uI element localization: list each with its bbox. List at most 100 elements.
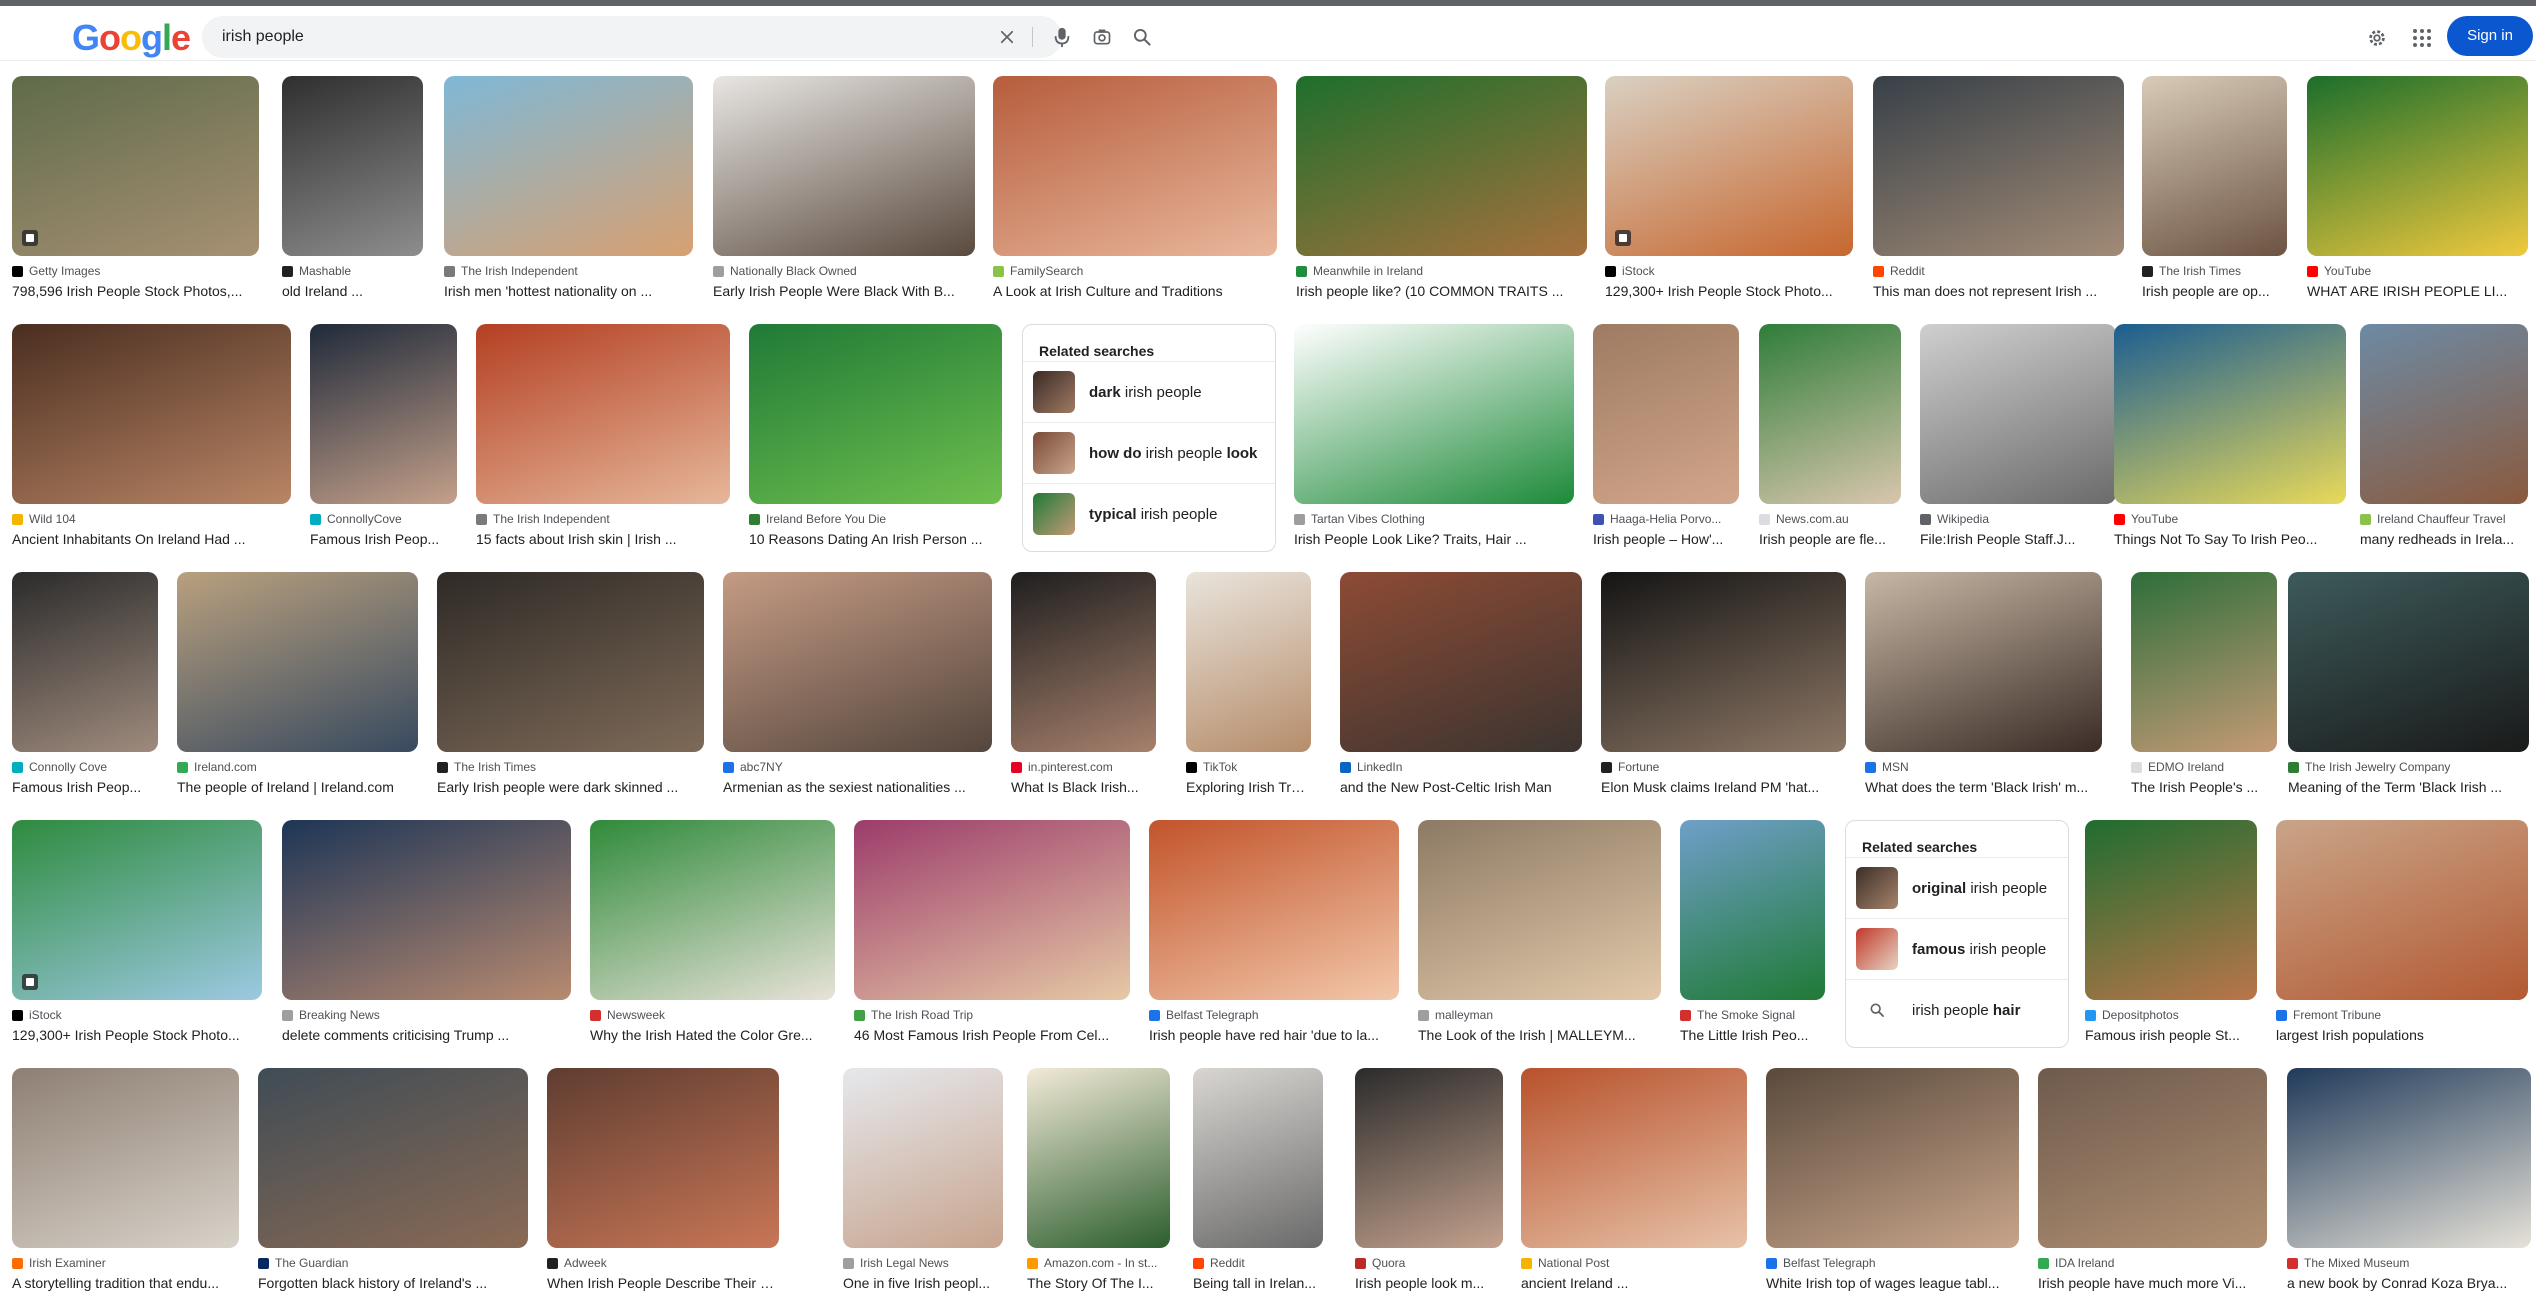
image-thumbnail[interactable] [12, 1068, 239, 1248]
image-result-card[interactable]: iStock 129,300+ Irish People Stock Photo.… [12, 820, 262, 1043]
image-result-card[interactable]: The Irish Independent 15 facts about Iris… [476, 324, 730, 547]
image-thumbnail[interactable] [1011, 572, 1156, 752]
image-title[interactable]: File:Irish People Staff.J... [1920, 531, 2116, 547]
image-thumbnail[interactable] [993, 76, 1277, 256]
image-result-card[interactable]: EDMO Ireland The Irish People's ... [2131, 572, 2277, 795]
image-thumbnail[interactable] [1418, 820, 1661, 1000]
image-result-card[interactable]: News.com.au Irish people are fle... [1759, 324, 1901, 547]
image-thumbnail[interactable] [1680, 820, 1825, 1000]
image-result-card[interactable]: Irish Legal News One in five Irish peopl.… [843, 1068, 1003, 1291]
image-thumbnail[interactable] [2038, 1068, 2267, 1248]
image-title[interactable]: Early Irish People Were Black With B... [713, 283, 975, 299]
related-search-item[interactable]: original irish people [1846, 857, 2068, 918]
image-thumbnail[interactable] [1149, 820, 1399, 1000]
image-result-card[interactable]: YouTube WHAT ARE IRISH PEOPLE LI... [2307, 76, 2528, 299]
image-result-card[interactable]: The Irish Independent Irish men 'hottest … [444, 76, 693, 299]
image-title[interactable]: A storytelling tradition that endu... [12, 1275, 239, 1291]
image-thumbnail[interactable] [2142, 76, 2287, 256]
image-title[interactable]: 129,300+ Irish People Stock Photo... [1605, 283, 1853, 299]
image-title[interactable]: old Ireland ... [282, 283, 423, 299]
image-result-card[interactable]: FamilySearch A Look at Irish Culture and … [993, 76, 1277, 299]
image-result-card[interactable]: Depositphotos Famous irish people St... [2085, 820, 2257, 1043]
image-thumbnail[interactable] [749, 324, 1002, 504]
image-title[interactable]: Forgotten black history of Ireland's ... [258, 1275, 528, 1291]
image-result-card[interactable]: National Post ancient Ireland ... [1521, 1068, 1747, 1291]
image-thumbnail[interactable] [1027, 1068, 1170, 1248]
related-search-item[interactable]: how do irish people look [1023, 422, 1275, 483]
image-title[interactable]: Elon Musk claims Ireland PM 'hat... [1601, 779, 1846, 795]
image-result-card[interactable]: Reddit This man does not represent Irish … [1873, 76, 2124, 299]
image-result-card[interactable]: Irish Examiner A storytelling tradition t… [12, 1068, 239, 1291]
image-title[interactable]: many redheads in Irela... [2360, 531, 2528, 547]
image-result-card[interactable]: Newsweek Why the Irish Hated the Color Gr… [590, 820, 835, 1043]
image-result-card[interactable]: Getty Images 798,596 Irish People Stock P… [12, 76, 259, 299]
image-thumbnail[interactable] [476, 324, 730, 504]
image-result-card[interactable]: YouTube Things Not To Say To Irish Peo... [2114, 324, 2346, 547]
image-result-card[interactable]: IDA Ireland Irish people have much more V… [2038, 1068, 2267, 1291]
search-icon[interactable] [1122, 16, 1162, 58]
search-input[interactable] [222, 16, 872, 58]
image-title[interactable]: Irish people have red hair 'due to la... [1149, 1027, 1399, 1043]
image-title[interactable]: largest Irish populations [2276, 1027, 2528, 1043]
related-search-item[interactable]: dark irish people [1023, 361, 1275, 422]
image-title[interactable]: Why the Irish Hated the Color Gre... [590, 1027, 835, 1043]
image-thumbnail[interactable] [282, 76, 423, 256]
image-title[interactable]: 46 Most Famous Irish People From Cel... [854, 1027, 1130, 1043]
image-result-card[interactable]: Quora Irish people look m... [1355, 1068, 1503, 1291]
image-result-card[interactable]: Tartan Vibes Clothing Irish People Look L… [1294, 324, 1574, 547]
image-thumbnail[interactable] [723, 572, 992, 752]
image-thumbnail[interactable] [713, 76, 975, 256]
image-thumbnail[interactable] [2287, 1068, 2531, 1248]
image-thumbnail[interactable] [12, 572, 158, 752]
image-title[interactable]: and the New Post-Celtic Irish Man [1340, 779, 1582, 795]
image-thumbnail[interactable] [547, 1068, 779, 1248]
image-thumbnail[interactable] [1593, 324, 1739, 504]
image-title[interactable]: Famous irish people St... [2085, 1027, 2257, 1043]
image-thumbnail[interactable] [310, 324, 457, 504]
image-title[interactable]: Irish people look m... [1355, 1275, 1503, 1291]
image-result-card[interactable]: Wikipedia File:Irish People Staff.J... [1920, 324, 2116, 547]
image-thumbnail[interactable] [1294, 324, 1574, 504]
image-title[interactable]: Early Irish people were dark skinned ... [437, 779, 704, 795]
image-title[interactable]: Meaning of the Term 'Black Irish ... [2288, 779, 2529, 795]
image-title[interactable]: The Irish People's ... [2131, 779, 2277, 795]
image-result-card[interactable]: Reddit Being tall in Irelan... [1193, 1068, 1323, 1291]
image-thumbnail[interactable] [12, 820, 262, 1000]
image-result-card[interactable]: Belfast Telegraph White Irish top of wage… [1766, 1068, 2019, 1291]
image-result-card[interactable]: ConnollyCove Famous Irish Peop... [310, 324, 457, 547]
image-title[interactable]: Irish people are op... [2142, 283, 2287, 299]
image-title[interactable]: delete comments criticising Trump ... [282, 1027, 571, 1043]
image-result-card[interactable]: The Mixed Museum a new book by Conrad Koz… [2287, 1068, 2531, 1291]
image-thumbnail[interactable] [1920, 324, 2116, 504]
image-result-card[interactable]: Ireland Before You Die 10 Reasons Dating … [749, 324, 1002, 547]
image-title[interactable]: a new book by Conrad Koza Brya... [2287, 1275, 2531, 1291]
gear-icon[interactable] [2357, 18, 2397, 58]
image-thumbnail[interactable] [2288, 572, 2529, 752]
image-thumbnail[interactable] [1865, 572, 2102, 752]
image-title[interactable]: The Little Irish Peo... [1680, 1027, 1825, 1043]
image-title[interactable]: Famous Irish Peop... [12, 779, 158, 795]
image-thumbnail[interactable] [1355, 1068, 1503, 1248]
image-title[interactable]: The people of Ireland | Ireland.com [177, 779, 418, 795]
related-search-item[interactable]: irish people hair [1846, 979, 2068, 1040]
image-thumbnail[interactable] [258, 1068, 528, 1248]
image-thumbnail[interactable] [843, 1068, 1003, 1248]
image-result-card[interactable]: Amazon.com - In st... The Story Of The I.… [1027, 1068, 1170, 1291]
image-title[interactable]: Ancient Inhabitants On Ireland Had ... [12, 531, 291, 547]
image-thumbnail[interactable] [1193, 1068, 1323, 1248]
related-search-item[interactable]: famous irish people [1846, 918, 2068, 979]
image-thumbnail[interactable] [2276, 820, 2528, 1000]
apps-grid-icon[interactable] [2402, 18, 2442, 58]
image-result-card[interactable]: Fremont Tribune largest Irish populations [2276, 820, 2528, 1043]
image-thumbnail[interactable] [282, 820, 571, 1000]
image-title[interactable]: What does the term 'Black Irish' m... [1865, 779, 2102, 795]
image-title[interactable]: One in five Irish peopl... [843, 1275, 1003, 1291]
image-title[interactable]: Armenian as the sexiest nationalities ..… [723, 779, 992, 795]
image-title[interactable]: This man does not represent Irish ... [1873, 283, 2124, 299]
image-title[interactable]: Irish people have much more Vi... [2038, 1275, 2267, 1291]
image-result-card[interactable]: LinkedIn and the New Post-Celtic Irish Ma… [1340, 572, 1582, 795]
image-title[interactable]: 15 facts about Irish skin | Irish ... [476, 531, 730, 547]
image-thumbnail[interactable] [2131, 572, 2277, 752]
image-result-card[interactable]: Breaking News delete comments criticising… [282, 820, 571, 1043]
microphone-icon[interactable] [1042, 16, 1082, 58]
